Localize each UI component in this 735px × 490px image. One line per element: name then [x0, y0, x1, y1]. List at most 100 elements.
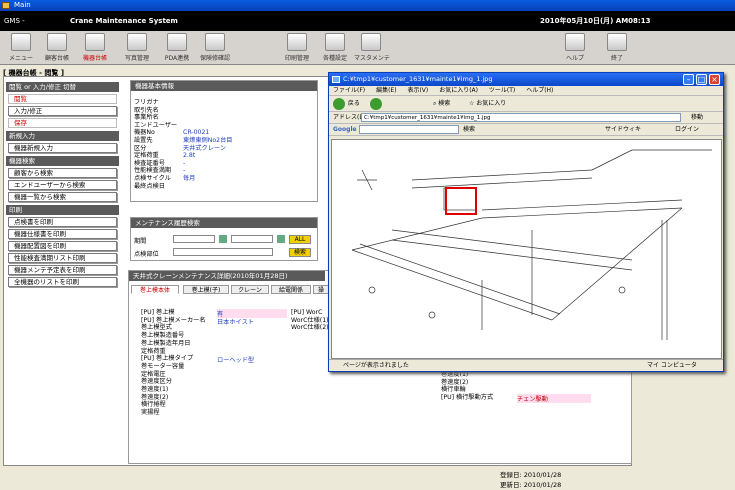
crane-drawing-image: [331, 139, 722, 359]
registration-date: 登録日: 2010/01/28: [500, 471, 562, 479]
all-button[interactable]: ALL: [289, 235, 311, 244]
update-date: 更新日: 2010/01/28: [500, 481, 562, 489]
search-enduser-button[interactable]: エンドユーザーから検索: [8, 180, 117, 190]
disk-icon: [287, 33, 307, 51]
basic-info-header: 機器基本情報: [131, 81, 317, 91]
app-header: GMS - Crane Maintenance System 2010年05月1…: [0, 11, 735, 31]
print-maint-button[interactable]: 機器メンテ予定表を印刷: [8, 265, 117, 275]
menu-button[interactable]: メニュー: [4, 33, 38, 63]
calendar-icon[interactable]: [277, 235, 285, 243]
search-button[interactable]: 検索: [289, 248, 311, 257]
print-inspection-button[interactable]: 点検書を印刷: [8, 217, 117, 227]
print-management-button[interactable]: 印刷管理: [280, 33, 314, 63]
main-toolbar: メニュー 顧客台帳 機器台帳 写真管理 PDA連携 保険修確認 印刷管理 各種設…: [0, 31, 735, 65]
tab-operation[interactable]: 操: [313, 285, 329, 294]
period-to-input[interactable]: [231, 235, 273, 243]
left-panel: 閲覧 or 入力/修正 切替 閲覧 入力/修正 保存 新規入力 機器新規入力 機…: [6, 79, 119, 344]
print-layout-button[interactable]: 機器配置図を印刷: [8, 241, 117, 251]
back-arrow-icon[interactable]: [333, 97, 345, 110]
maintenance-detail-header: 天井式クレーンメンテナンス詳細(2010年01月28日): [129, 271, 325, 281]
help-button[interactable]: ヘルプ: [558, 33, 592, 63]
pda-link-button[interactable]: PDA連携: [160, 33, 194, 63]
tab-hoist-sub[interactable]: 巻上模(子): [183, 285, 229, 294]
address-input[interactable]: C:¥tmp1¥customer_1631¥mainte1¥img_1.jpg: [361, 113, 681, 122]
menu-view[interactable]: 表示(V): [407, 87, 428, 94]
ie-toolbar: 戻る ⌕ 検索 ☆ お気に入り: [329, 96, 723, 112]
detail-tabs: 巻上模本体 巻上模(子) クレーン 給電関係 操: [131, 285, 331, 295]
tab-hoist-body[interactable]: 巻上模本体: [131, 285, 179, 294]
camera-icon: [127, 33, 147, 51]
print-all-button[interactable]: 全機器のリストを印刷: [8, 277, 117, 287]
search-toolbar-button[interactable]: ⌕ 検索: [433, 96, 450, 112]
insurance-check-button[interactable]: 保険修確認: [198, 33, 232, 63]
plug-icon: [607, 33, 627, 51]
ie-statusbar: ページが表示されました マイ コンピュータ: [329, 359, 723, 371]
customer-ledger-button[interactable]: 顧客台帳: [40, 33, 74, 63]
menu-favorites[interactable]: お気に入り(A): [439, 87, 478, 94]
settings-button[interactable]: 各種設定: [318, 33, 352, 63]
system-name: Crane Maintenance System: [70, 17, 178, 25]
minimize-button[interactable]: –: [683, 74, 694, 85]
part-input[interactable]: [173, 248, 273, 256]
status-text: ページが表示されました: [343, 362, 409, 369]
ie-menubar: ファイル(F) 編集(E) 表示(V) お気に入り(A) ツール(T) ヘルプ(…: [329, 86, 723, 96]
new-machine-button[interactable]: 機器新規入力: [8, 143, 117, 153]
menu-tools[interactable]: ツール(T): [489, 87, 515, 94]
forward-arrow-icon[interactable]: [369, 97, 382, 110]
app-icon: [2, 2, 10, 9]
go-button[interactable]: 移動: [691, 112, 703, 124]
ie-icon: [332, 76, 340, 83]
basic-info-labels: フリガナ 取引先名 事業所名 エンドユーザー 機器No 設置先 区分 定格荷重 …: [134, 99, 178, 190]
disk-icon: [565, 33, 585, 51]
right-labels: 巻速度(1) 巻速度(2) 横行車輪 [PU] 横行駆動方式: [441, 371, 494, 402]
tab-crane[interactable]: クレーン: [231, 285, 269, 294]
save-button[interactable]: 保存: [8, 118, 117, 128]
sidewiki-button[interactable]: サイドウィキ: [605, 124, 641, 136]
crane-drawing: [351, 149, 712, 340]
input-button[interactable]: 入力/修正: [8, 106, 117, 116]
maximize-button[interactable]: □: [696, 74, 707, 85]
phone-icon: [47, 33, 67, 51]
back-button[interactable]: 戻る: [348, 100, 360, 107]
section-new: 新規入力: [6, 131, 119, 141]
close-button[interactable]: ×: [709, 74, 720, 85]
exit-button[interactable]: 終了: [600, 33, 634, 63]
search-customer-button[interactable]: 顧客から検索: [8, 168, 117, 178]
worc-labels: [PU] WorC WorC仕様(1) WorC仕様(2): [291, 309, 329, 332]
google-logo: Google: [333, 126, 357, 133]
detail-labels: [PU] 巻上模 [PU] 巻上模メーカー名 巻上模型式 巻上模製造番号 巻上模…: [141, 309, 206, 417]
view-button[interactable]: 閲覧: [8, 94, 117, 104]
section-mode: 閲覧 or 入力/修正 切替: [6, 82, 119, 92]
print-ledger-button[interactable]: 機器仕様書を印刷: [8, 229, 117, 239]
google-search-input[interactable]: [359, 125, 459, 134]
login-button[interactable]: ログイン: [675, 124, 699, 136]
machine-ledger-button[interactable]: 機器台帳: [78, 33, 112, 63]
search-list-button[interactable]: 機器一覧から検索: [8, 192, 117, 202]
app-name: GMS -: [4, 17, 25, 25]
favorites-toolbar-button[interactable]: ☆ お気に入り: [469, 96, 506, 112]
period-from-input[interactable]: [173, 235, 215, 243]
disk-icon: [361, 33, 381, 51]
menu-help[interactable]: ヘルプ(H): [526, 87, 553, 94]
section-search: 機器検索: [6, 156, 119, 166]
google-toolbar: Google 検索 サイドウィキ ログイン: [329, 124, 723, 136]
master-maintenance-button[interactable]: マスタメンテ: [354, 33, 390, 63]
photo-management-button[interactable]: 写真管理: [120, 33, 154, 63]
calendar-icon[interactable]: [219, 235, 227, 243]
tab-power[interactable]: 給電関係: [271, 285, 311, 294]
ie-addressbar: アドレス(D) C:¥tmp1¥customer_1631¥mainte1¥im…: [329, 112, 723, 124]
section-print: 印刷: [6, 205, 119, 215]
basic-info-values: CR-0021 東燎東側No2台目 天井式クレーン 2.8t - - 毎月: [183, 129, 233, 182]
history-search-header: メンテナンス履歴検索: [131, 218, 317, 228]
google-search-button[interactable]: 検索: [463, 124, 475, 136]
print-perf-button[interactable]: 性能検査満期リスト印刷: [8, 253, 117, 263]
menu-edit[interactable]: 編集(E): [376, 87, 396, 94]
basic-info-panel: 機器基本情報 フリガナ 取引先名 事業所名 エンドユーザー 機器No 設置先 区…: [130, 80, 318, 202]
period-label: 期間: [134, 238, 147, 245]
menu-file[interactable]: ファイル(F): [333, 87, 365, 94]
ie-title: C:¥tmp1¥customer_1631¥mainte1¥img_1.jpg: [343, 75, 493, 83]
current-datetime: 2010年05月10日(月) AM08:13: [540, 17, 651, 25]
phone-icon: [85, 33, 105, 51]
part-label: 点検部位: [134, 251, 159, 258]
ie-titlebar: C:¥tmp1¥customer_1631¥mainte1¥img_1.jpg …: [329, 73, 723, 86]
